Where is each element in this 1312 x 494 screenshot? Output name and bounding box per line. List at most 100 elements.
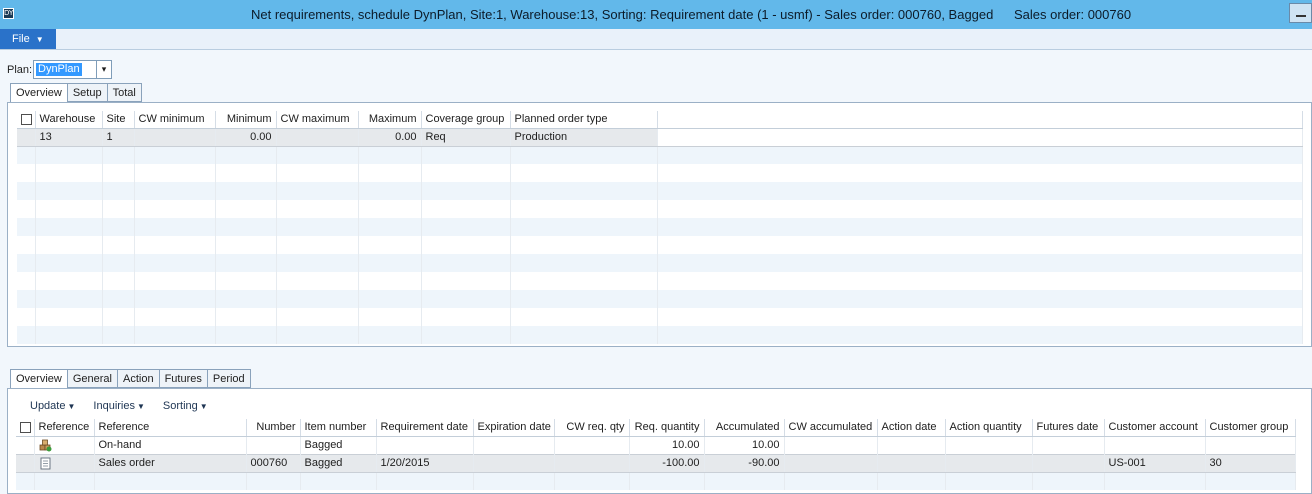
column-header[interactable]: Item number [300, 419, 377, 437]
row-select-cell [16, 436, 35, 454]
column-header[interactable]: Reference [34, 419, 95, 437]
empty-cell [657, 127, 1303, 147]
column-header[interactable]: Requirement date [376, 419, 474, 437]
action-date-cell[interactable] [877, 453, 946, 473]
action-quantity-cell[interactable] [945, 453, 1033, 473]
req-quantity-cell[interactable]: -100.00 [629, 453, 705, 473]
select-all-checkbox[interactable] [21, 113, 32, 125]
action-date-cell[interactable] [877, 436, 946, 454]
table-row[interactable]: Sales order 000760 Bagged 1/20/2015 -100… [16, 453, 1296, 473]
requirement-date-cell[interactable]: 1/20/2015 [376, 453, 474, 473]
column-header[interactable]: Planned order type [510, 111, 658, 129]
select-all-cell [17, 111, 36, 129]
coverage-grid: Warehouse Site CW minimum Minimum CW max… [17, 111, 1303, 344]
column-header[interactable]: Expiration date [473, 419, 555, 437]
chevron-down-icon: ▼ [199, 402, 208, 411]
select-all-checkbox[interactable] [20, 421, 31, 433]
tab-general[interactable]: General [67, 369, 118, 388]
tab-period[interactable]: Period [207, 369, 251, 388]
column-header[interactable]: Customer account [1104, 419, 1206, 437]
column-header[interactable]: Maximum [358, 111, 422, 129]
cw-accumulated-cell[interactable] [784, 453, 878, 473]
customer-group-cell[interactable] [1205, 436, 1296, 454]
expiration-date-cell[interactable] [473, 453, 555, 473]
customer-account-cell[interactable]: US-001 [1104, 453, 1206, 473]
inquiries-menu-button[interactable]: Inquiries ▼ [93, 400, 145, 412]
empty-row [17, 272, 1303, 290]
planned-order-type-cell[interactable]: Production [510, 127, 658, 147]
column-header[interactable]: Warehouse [35, 111, 103, 129]
minimum-cell[interactable]: 0.00 [215, 127, 277, 147]
item-number-cell[interactable]: Bagged [300, 453, 377, 473]
coverage-header-row: Warehouse Site CW minimum Minimum CW max… [17, 111, 1303, 129]
empty-row [17, 218, 1303, 236]
empty-row [17, 326, 1303, 344]
dropdown-arrow-icon[interactable]: ▾ [96, 61, 111, 78]
item-number-cell[interactable]: Bagged [300, 436, 377, 454]
table-row[interactable]: On-hand Bagged 10.00 10.00 [16, 436, 1296, 454]
chevron-down-icon: ▼ [136, 402, 145, 411]
action-quantity-cell[interactable] [945, 436, 1033, 454]
column-header[interactable]: Reference [94, 419, 247, 437]
plan-label: Plan: [7, 64, 33, 76]
reference-cell[interactable]: Sales order [94, 453, 247, 473]
requirement-date-cell[interactable] [376, 436, 474, 454]
number-cell[interactable]: 000760 [246, 453, 301, 473]
tab-setup[interactable]: Setup [67, 83, 108, 102]
tab-overview[interactable]: Overview [10, 369, 68, 389]
empty-row [17, 236, 1303, 254]
column-header[interactable]: Minimum [215, 111, 277, 129]
reference-cell[interactable]: On-hand [94, 436, 247, 454]
plan-select[interactable]: DynPlan ▾ [33, 60, 112, 79]
cw-accumulated-cell[interactable] [784, 436, 878, 454]
tab-total[interactable]: Total [107, 83, 142, 102]
inquiries-label: Inquiries [93, 400, 135, 412]
site-cell[interactable]: 1 [102, 127, 135, 147]
file-menu-button[interactable]: File ▼ [0, 29, 56, 49]
column-header[interactable]: Accumulated [704, 419, 785, 437]
column-header[interactable]: Customer group [1205, 419, 1296, 437]
column-header[interactable]: CW maximum [276, 111, 359, 129]
tab-futures[interactable]: Futures [159, 369, 208, 388]
document-icon [40, 457, 50, 469]
tab-overview[interactable]: Overview [10, 83, 68, 103]
column-header[interactable]: Req. quantity [629, 419, 705, 437]
file-menu-label: File [12, 33, 30, 45]
app-icon: DY [3, 8, 14, 19]
maximum-cell[interactable]: 0.00 [358, 127, 422, 147]
column-header[interactable]: Site [102, 111, 135, 129]
column-header[interactable]: CW accumulated [784, 419, 878, 437]
column-header[interactable]: Coverage group [421, 111, 511, 129]
column-header[interactable]: CW req. qty [554, 419, 630, 437]
update-menu-button[interactable]: Update ▼ [30, 400, 75, 412]
minimize-icon[interactable] [1289, 3, 1312, 23]
req-quantity-cell[interactable]: 10.00 [629, 436, 705, 454]
coverage-group-cell[interactable]: Req [421, 127, 511, 147]
column-header[interactable]: Number [246, 419, 301, 437]
number-cell[interactable] [246, 436, 301, 454]
futures-date-cell[interactable] [1032, 453, 1105, 473]
empty-row [17, 182, 1303, 200]
cw-minimum-cell[interactable] [134, 127, 216, 147]
customer-account-cell[interactable] [1104, 436, 1206, 454]
expiration-date-cell[interactable] [473, 436, 555, 454]
column-header[interactable]: Futures date [1032, 419, 1105, 437]
warehouse-cell[interactable]: 13 [35, 127, 103, 147]
column-header[interactable]: CW minimum [134, 111, 216, 129]
plan-select-value: DynPlan [36, 63, 82, 76]
column-header[interactable]: Action date [877, 419, 946, 437]
cw-req-qty-cell[interactable] [554, 453, 630, 473]
accumulated-cell[interactable]: -90.00 [704, 453, 785, 473]
cw-req-qty-cell[interactable] [554, 436, 630, 454]
transactions-header-row: Reference Reference Number Item number R… [16, 419, 1296, 437]
sorting-menu-button[interactable]: Sorting ▼ [163, 400, 208, 412]
cw-maximum-cell[interactable] [276, 127, 359, 147]
futures-date-cell[interactable] [1032, 436, 1105, 454]
column-header[interactable]: Action quantity [945, 419, 1033, 437]
accumulated-cell[interactable]: 10.00 [704, 436, 785, 454]
update-label: Update [30, 400, 66, 412]
tab-action[interactable]: Action [117, 369, 160, 388]
table-row[interactable]: 13 1 0.00 0.00 Req Production [17, 127, 1303, 147]
customer-group-cell[interactable]: 30 [1205, 453, 1296, 473]
transactions-grid: Reference Reference Number Item number R… [16, 419, 1296, 490]
